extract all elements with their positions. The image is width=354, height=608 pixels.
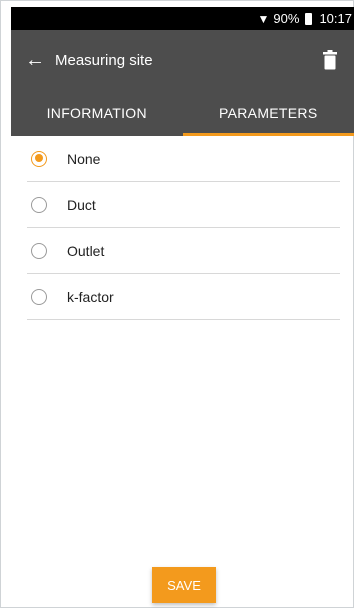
trash-icon[interactable] <box>322 50 338 70</box>
parameter-options: None Duct Outlet k-factor <box>11 136 354 320</box>
battery-level: 90% <box>273 11 300 26</box>
app-bar: ← Measuring site <box>11 30 354 90</box>
status-bar: ▼ 90% 10:17 <box>11 7 354 30</box>
option-label: k-factor <box>67 288 114 305</box>
option-label: Outlet <box>67 242 105 259</box>
battery-icon <box>305 12 313 25</box>
radio-unselected-icon[interactable] <box>31 288 47 305</box>
option-outlet[interactable]: Outlet <box>27 228 340 274</box>
option-k-factor[interactable]: k-factor <box>27 274 340 320</box>
tab-parameters[interactable]: PARAMETERS <box>182 90 354 136</box>
option-label: None <box>67 150 101 167</box>
tab-bar: INFORMATION PARAMETERS <box>11 90 354 136</box>
radio-unselected-icon[interactable] <box>31 196 47 213</box>
radio-selected-icon[interactable] <box>31 150 47 167</box>
app-frame: ▼ 90% 10:17 ← Measuring site INFORMATION… <box>0 0 354 608</box>
option-duct[interactable]: Duct <box>27 182 340 228</box>
option-none[interactable]: None <box>27 136 340 182</box>
save-button[interactable]: SAVE <box>152 567 216 603</box>
page-title: Measuring site <box>55 51 153 69</box>
option-label: Duct <box>67 196 96 213</box>
back-arrow-icon[interactable]: ← <box>25 49 55 72</box>
wifi-icon: ▼ <box>257 11 270 26</box>
status-time: 10:17 <box>319 11 352 26</box>
tab-information[interactable]: INFORMATION <box>11 90 183 136</box>
radio-unselected-icon[interactable] <box>31 242 47 259</box>
